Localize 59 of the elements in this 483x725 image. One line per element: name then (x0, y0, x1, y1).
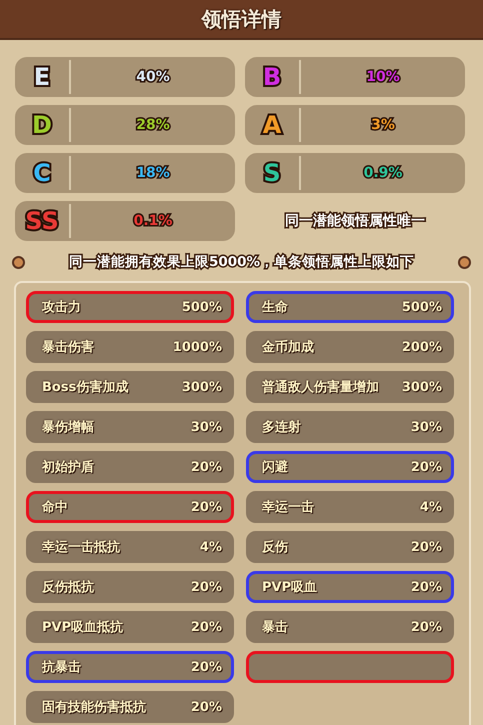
grade-rate: 0.1% (132, 213, 174, 229)
attribute-limit: 4% (200, 540, 222, 554)
attribute-limit: 30% (410, 420, 442, 434)
attribute-name: PVP吸血抵抗 (42, 619, 124, 636)
attribute-limit: 500% (182, 300, 222, 314)
attribute-limit: 20% (190, 580, 222, 594)
attribute-limit: 1000% (172, 340, 222, 354)
attribute-limit: 20% (410, 580, 442, 594)
attribute-limit: 20% (190, 700, 222, 714)
attribute-limit: 20% (410, 540, 442, 554)
attribute-name: 暴伤增幅 (42, 419, 94, 436)
attribute-name: 固有技能伤害抵抗 (42, 698, 146, 716)
dot-icon (458, 256, 471, 268)
attribute-limit: 20% (190, 660, 222, 674)
attribute-name: 反伤 (262, 539, 288, 556)
attribute-limit: 30% (190, 420, 222, 434)
attribute-limit: 20% (190, 500, 222, 514)
grade-rate: 10% (365, 69, 401, 85)
attribute-limit: 300% (182, 380, 222, 394)
attribute-limit: 20% (190, 460, 222, 474)
attribute-limit: 20% (190, 620, 222, 634)
attribute-name: PVP吸血 (262, 579, 318, 596)
grade-letter: E (32, 63, 52, 91)
grade-letter: B (262, 63, 282, 91)
attribute-limit: 500% (402, 300, 442, 314)
attribute-name: 闪避 (262, 458, 288, 476)
attribute-name: 初始护盾 (42, 458, 94, 476)
grade-rate: 28% (135, 117, 171, 133)
grade-rate: 18% (135, 165, 171, 181)
attribute-name: 暴击伤害 (42, 338, 94, 356)
grade-rate: 40% (135, 69, 171, 85)
dot-icon (12, 256, 25, 268)
attribute-name: 多连射 (262, 419, 301, 436)
grade-rate: 3% (370, 117, 396, 133)
grade-rate: 0.9% (362, 165, 404, 181)
attribute-limit: 20% (410, 460, 442, 474)
attribute-name: 暴击 (262, 619, 288, 636)
attribute-name: 命中 (42, 499, 68, 516)
limit-note: 同一潜能拥有效果上限5000%，单条领悟属性上限如下 (68, 253, 414, 271)
attribute-name: 生命 (262, 299, 288, 316)
grade-letter: C (32, 159, 52, 187)
attribute-name: 攻击力 (42, 299, 81, 316)
attribute-limit: 4% (420, 500, 442, 514)
grade-letter: SS (24, 207, 60, 235)
attribute-limit: 300% (402, 380, 442, 394)
attribute-name: Boss伤害加成 (42, 378, 128, 396)
grade-letter: A (262, 111, 282, 139)
window-title: 领悟详情 (202, 6, 282, 32)
attribute-name: 幸运一击抵抗 (42, 539, 120, 556)
grade-letter: S (262, 159, 282, 187)
attribute-name: 反伤抵抗 (42, 579, 94, 596)
unique-note: 同一潜能领悟属性唯一 (285, 212, 425, 230)
grade-letter: D (31, 111, 53, 139)
attribute-limit: 200% (402, 340, 442, 354)
attribute-name: 幸运一击 (262, 499, 314, 516)
attribute-name: 抗暴击 (42, 659, 81, 676)
attribute-limit: 20% (410, 620, 442, 634)
attribute-name: 金币加成 (262, 338, 314, 356)
attribute-name: 普通敌人伤害量增加 (262, 378, 379, 396)
